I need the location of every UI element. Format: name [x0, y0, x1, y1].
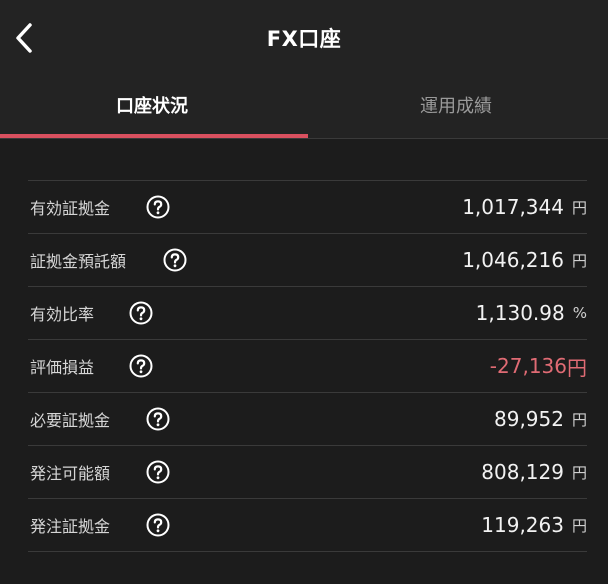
row-value: 1,046,216 円: [462, 234, 587, 286]
row-value: 1,017,344 円: [462, 181, 587, 233]
list-item-unrealized-pl: 評価損益 -27,136 円: [28, 340, 587, 393]
question-circle-icon[interactable]: [146, 407, 170, 431]
value-number: 89,952: [494, 407, 564, 431]
app-header: FX口座: [0, 0, 608, 76]
question-circle-icon[interactable]: [146, 195, 170, 219]
question-circle-icon[interactable]: [129, 354, 153, 378]
value-number: 808,129: [481, 460, 564, 484]
value-number: 1,046,216: [462, 248, 564, 272]
row-label: 発注可能額: [30, 464, 111, 483]
value-number: 119,263: [481, 513, 564, 537]
value-unit: 円: [571, 516, 587, 535]
list-item-orderable-amount: 発注可能額 808,129 円: [28, 446, 587, 499]
value-unit: 円: [567, 355, 587, 380]
value-unit: 円: [571, 198, 587, 217]
question-circle-icon[interactable]: [163, 248, 187, 272]
value-unit: 円: [571, 463, 587, 482]
list-item-required-margin: 必要証拠金 89,952 円: [28, 393, 587, 446]
row-label: 必要証拠金: [30, 411, 111, 430]
list-item-order-margin: 発注証拠金 119,263 円: [28, 499, 587, 552]
row-value: -27,136 円: [490, 340, 587, 392]
value-number: 1,017,344: [462, 195, 564, 219]
tab-bar: 口座状況 運用成績: [0, 76, 608, 139]
list-item-effective-margin: 有効証拠金 1,017,344 円: [28, 181, 587, 234]
row-label: 発注証拠金: [30, 517, 111, 536]
row-value: 119,263 円: [481, 499, 587, 551]
list-item-margin-deposit: 証拠金預託額 1,046,216 円: [28, 234, 587, 287]
value-number: -27,136: [489, 354, 567, 378]
page-title: FX口座: [266, 27, 342, 51]
row-label: 有効比率: [30, 305, 95, 324]
tab-performance[interactable]: 運用成績: [304, 76, 608, 134]
tab-account-status[interactable]: 口座状況: [0, 76, 304, 134]
active-tab-indicator: [0, 134, 308, 138]
question-circle-icon[interactable]: [146, 513, 170, 537]
list-item-effective-ratio: 有効比率 1,130.98 %: [28, 287, 587, 340]
row-value: 808,129 円: [481, 446, 587, 498]
row-label: 証拠金預託額: [30, 252, 127, 271]
value-unit: %: [572, 304, 587, 322]
row-value: 1,130.98 %: [476, 287, 587, 339]
row-label: 有効証拠金: [30, 199, 111, 218]
question-circle-icon[interactable]: [146, 460, 170, 484]
question-circle-icon[interactable]: [129, 301, 153, 325]
value-number: 1,130.98: [475, 301, 565, 325]
value-unit: 円: [571, 410, 587, 429]
value-unit: 円: [571, 251, 587, 270]
row-value: 89,952 円: [494, 393, 587, 445]
account-summary-list: 有効証拠金 1,017,344 円 証拠金預託額 1,046,216 円 有効比…: [28, 180, 587, 552]
row-label: 評価損益: [30, 358, 95, 377]
